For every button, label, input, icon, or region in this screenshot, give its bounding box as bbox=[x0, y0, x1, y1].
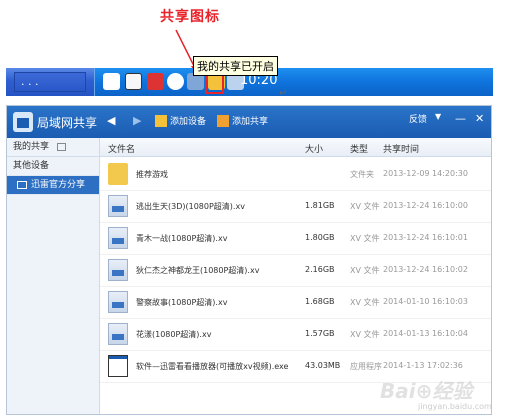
video-file-icon bbox=[108, 291, 128, 313]
table-row[interactable]: 狄仁杰之神都龙王(1080P超清).xv 2.16GB XV 文件 2013-12-2… bbox=[100, 254, 491, 287]
file-type: XV 文件 bbox=[350, 330, 380, 339]
table-row[interactable]: 花漾(1080P超清).xv 1.57GB XV 文件 2014-01-13 16:1… bbox=[100, 318, 491, 351]
feedback-button[interactable]: 反馈 bbox=[409, 112, 427, 125]
lock-icon bbox=[57, 142, 67, 151]
file-type: 应用程序 bbox=[350, 362, 382, 371]
file-size: 43.03MB bbox=[305, 361, 341, 370]
other-devices-label: 其他设备 bbox=[7, 157, 99, 176]
share-time: 2013-12-24 16:10:02 bbox=[383, 265, 468, 274]
table-header: 文件名 大小 类型 共享时间 bbox=[100, 138, 491, 157]
system-tray: 10:20 bbox=[94, 68, 493, 96]
file-size: 1.80GB bbox=[305, 233, 335, 242]
file-name: 软件—迅雷看看播放器(可播放xv视频).exe bbox=[136, 362, 289, 371]
minimize-button[interactable]: — bbox=[455, 112, 466, 125]
file-size: 1.81GB bbox=[305, 201, 335, 210]
taskbar-button[interactable]: . . . bbox=[14, 72, 86, 92]
menu-button[interactable]: ▼ bbox=[435, 112, 441, 121]
add-share-button[interactable]: 添加共享 bbox=[232, 114, 268, 127]
file-size: 1.57GB bbox=[305, 329, 335, 338]
file-type: XV 文件 bbox=[350, 234, 380, 243]
file-name: 青木一战(1080P超清).xv bbox=[136, 234, 228, 243]
sidebar: 我的共享 其他设备 迅雷官方分享 bbox=[7, 138, 100, 414]
file-name: 逃出生天(3D)(1080P超清).xv bbox=[136, 202, 245, 211]
sidebar-item-device[interactable]: 迅雷官方分享 bbox=[7, 176, 99, 195]
add-share-icon[interactable] bbox=[217, 115, 229, 127]
app-logo-icon bbox=[13, 112, 33, 132]
file-type: XV 文件 bbox=[350, 298, 380, 307]
share-time: 2014-1-13 17:02:36 bbox=[383, 361, 463, 370]
my-share-header[interactable]: 我的共享 bbox=[7, 138, 99, 157]
video-file-icon bbox=[108, 323, 128, 345]
video-file-icon bbox=[108, 195, 128, 217]
app-title: 局域网共享 bbox=[37, 116, 98, 130]
application-icon bbox=[108, 355, 128, 377]
file-size: 2.16GB bbox=[305, 265, 335, 274]
add-device-button[interactable]: 添加设备 bbox=[170, 114, 206, 127]
column-type[interactable]: 类型 bbox=[350, 142, 368, 155]
file-type: XV 文件 bbox=[350, 266, 380, 275]
share-time: 2014-01-10 16:10:03 bbox=[383, 297, 468, 306]
help-icon[interactable] bbox=[125, 73, 142, 90]
table-row[interactable]: 逃出生天(3D)(1080P超清).xv 1.81GB XV 文件 2013-12-2… bbox=[100, 190, 491, 223]
column-time[interactable]: 共享时间 bbox=[383, 142, 419, 155]
title-bar: 局域网共享 ◀ ▶ 添加设备 添加共享 反馈 ▼ — ✕ bbox=[7, 106, 491, 138]
share-time: 2013-12-09 14:20:30 bbox=[383, 169, 468, 178]
file-name: 花漾(1080P超清).xv bbox=[136, 330, 212, 339]
lan-share-window: 局域网共享 ◀ ▶ 添加设备 添加共享 反馈 ▼ — ✕ 我的共享 其他设备 迅… bbox=[6, 105, 492, 415]
back-icon[interactable]: ◀ bbox=[107, 114, 115, 127]
table-row[interactable]: 青木一战(1080P超清).xv 1.80GB XV 文件 2013-12-24 16… bbox=[100, 222, 491, 255]
file-name: 推荐游戏 bbox=[136, 170, 168, 179]
share-time: 2014-01-13 16:10:04 bbox=[383, 329, 468, 338]
my-share-label: 我的共享 bbox=[13, 142, 50, 152]
watermark-url: jingyan.baidu.com bbox=[418, 402, 492, 411]
file-type: XV 文件 bbox=[350, 202, 380, 211]
return-mark: ↵ bbox=[279, 88, 288, 99]
file-name: 警察故事(1080P超清).xv bbox=[136, 298, 228, 307]
back-arrow-icon[interactable] bbox=[167, 73, 184, 90]
monitor-icon bbox=[17, 180, 27, 189]
keyboard-icon[interactable] bbox=[103, 73, 120, 90]
close-program-icon[interactable] bbox=[147, 73, 164, 90]
forward-icon[interactable]: ▶ bbox=[133, 114, 141, 127]
watermark: Bai⊕经验 bbox=[380, 379, 473, 403]
folder-icon bbox=[108, 163, 128, 185]
share-time: 2013-12-24 16:10:00 bbox=[383, 201, 468, 210]
table-row[interactable]: 警察故事(1080P超清).xv 1.68GB XV 文件 2014-01-10 16… bbox=[100, 286, 491, 319]
file-size: 1.68GB bbox=[305, 297, 335, 306]
column-name[interactable]: 文件名 bbox=[108, 142, 135, 155]
table-row[interactable]: 推荐游戏 文件夹 2013-12-09 14:20:30 bbox=[100, 158, 491, 191]
file-name: 狄仁杰之神都龙王(1080P超清).xv bbox=[136, 266, 260, 275]
file-type: 文件夹 bbox=[350, 170, 374, 179]
sidebar-item-label: 迅雷官方分享 bbox=[31, 180, 86, 190]
add-device-icon[interactable] bbox=[155, 115, 167, 127]
share-time: 2013-12-24 16:10:01 bbox=[383, 233, 468, 242]
video-file-icon bbox=[108, 259, 128, 281]
video-file-icon bbox=[108, 227, 128, 249]
column-size[interactable]: 大小 bbox=[305, 142, 323, 155]
share-tooltip: 我的共享已开启 bbox=[193, 56, 278, 76]
close-button[interactable]: ✕ bbox=[475, 112, 484, 125]
